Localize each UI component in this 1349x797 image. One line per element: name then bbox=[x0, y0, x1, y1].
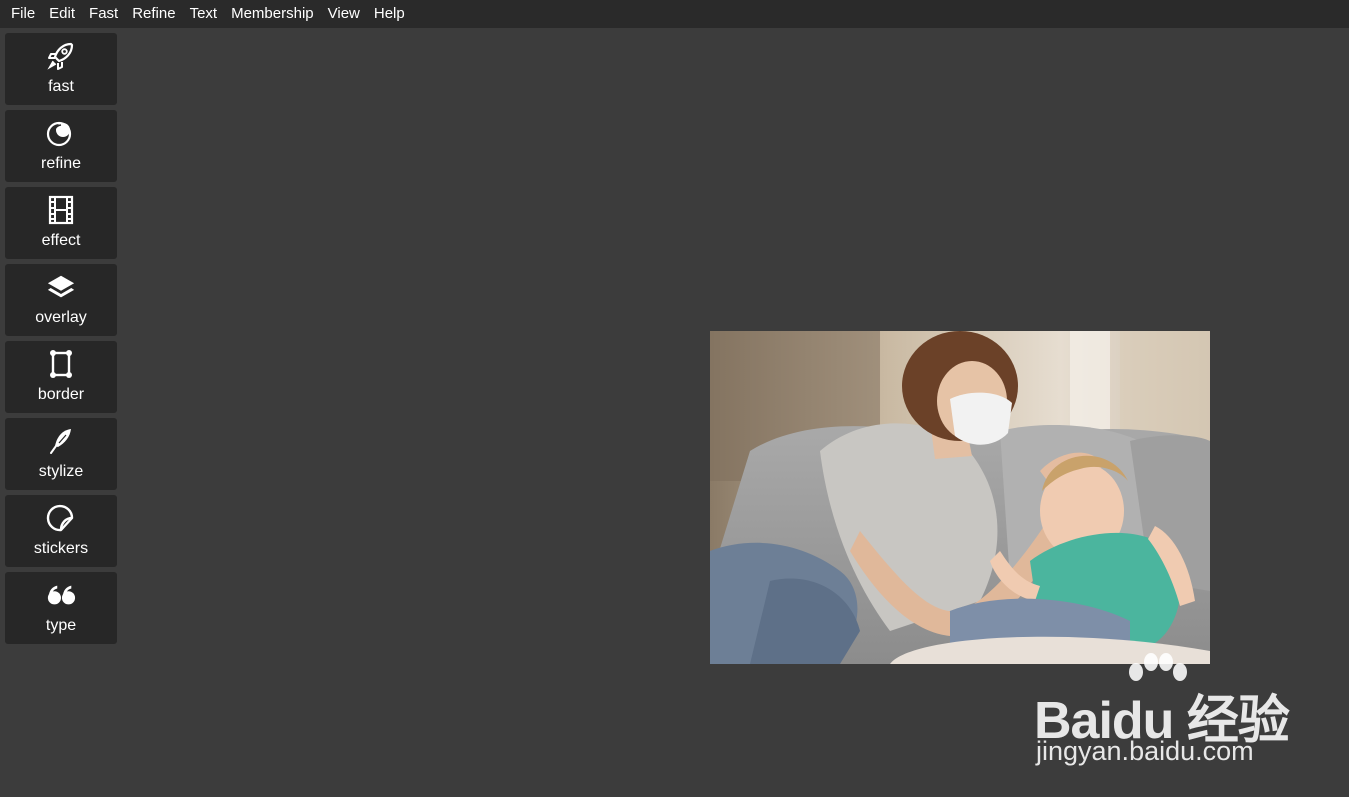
baidu-watermark: Baidu 经验 jingyan.baidu.com bbox=[1034, 650, 1290, 775]
tool-sidebar: fast refine effect overlay border styliz… bbox=[5, 33, 117, 649]
tool-type-button[interactable]: type bbox=[5, 572, 117, 644]
tool-label: overlay bbox=[35, 309, 87, 326]
tool-refine-button[interactable]: refine bbox=[5, 110, 117, 182]
tool-label: stylize bbox=[38, 463, 84, 480]
menu-bar: File Edit Fast Refine Text Membership Vi… bbox=[0, 0, 1349, 28]
tool-label: type bbox=[45, 617, 77, 634]
tool-overlay-button[interactable]: overlay bbox=[5, 264, 117, 336]
tool-stylize-button[interactable]: stylize bbox=[5, 418, 117, 490]
layers-icon bbox=[46, 271, 76, 303]
tool-label: stickers bbox=[33, 540, 89, 557]
tool-effect-button[interactable]: effect bbox=[5, 187, 117, 259]
menu-membership[interactable]: Membership bbox=[224, 0, 321, 28]
film-icon bbox=[46, 194, 76, 226]
watermark-url: jingyan.baidu.com bbox=[1036, 736, 1254, 766]
menu-fast[interactable]: Fast bbox=[82, 0, 125, 28]
photo-illustration bbox=[710, 331, 1210, 664]
menu-refine[interactable]: Refine bbox=[125, 0, 182, 28]
tool-label: refine bbox=[40, 155, 82, 172]
menu-help[interactable]: Help bbox=[367, 0, 412, 28]
menu-view[interactable]: View bbox=[321, 0, 367, 28]
tool-stickers-button[interactable]: stickers bbox=[5, 495, 117, 567]
refine-circles-icon bbox=[46, 117, 76, 149]
rocket-icon bbox=[46, 40, 76, 72]
tool-border-button[interactable]: border bbox=[5, 341, 117, 413]
quote-icon bbox=[46, 579, 76, 611]
menu-edit[interactable]: Edit bbox=[42, 0, 82, 28]
tool-label: effect bbox=[41, 232, 81, 249]
menu-file[interactable]: File bbox=[4, 0, 42, 28]
sticker-icon bbox=[46, 502, 76, 534]
feather-icon bbox=[46, 425, 76, 457]
tool-fast-button[interactable]: fast bbox=[5, 33, 117, 105]
border-frame-icon bbox=[46, 348, 76, 380]
tool-label: border bbox=[37, 386, 85, 403]
menu-text[interactable]: Text bbox=[183, 0, 225, 28]
tool-label: fast bbox=[48, 78, 74, 95]
canvas-photo[interactable] bbox=[710, 331, 1210, 664]
